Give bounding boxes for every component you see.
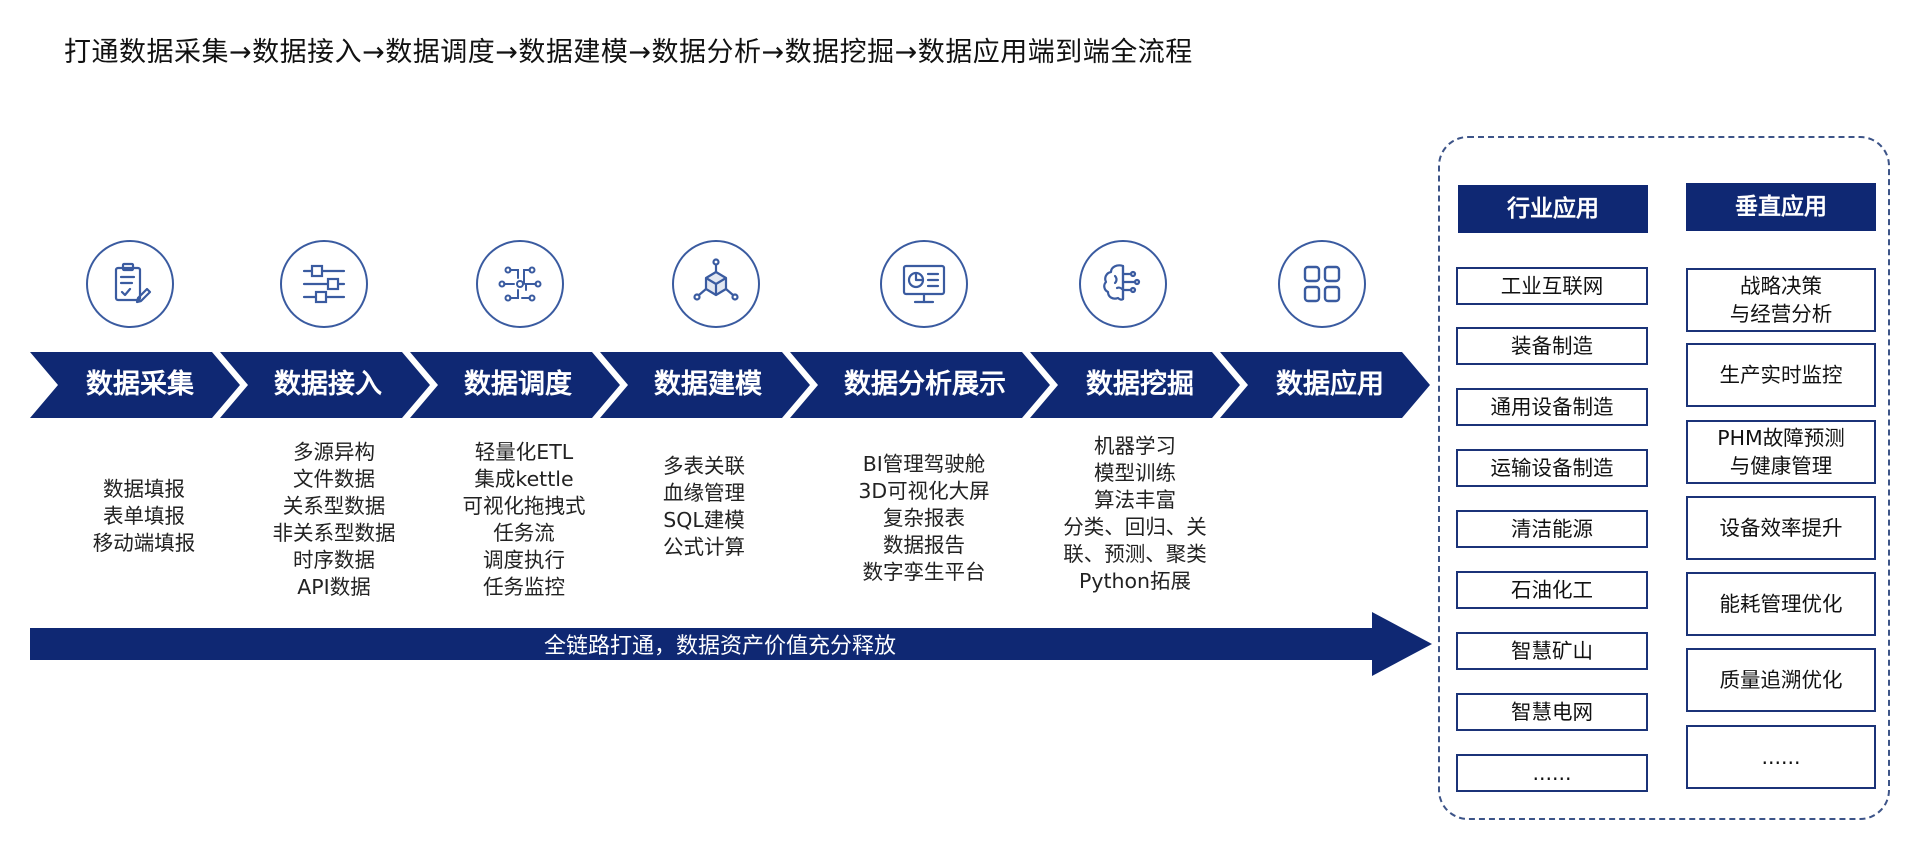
industry-item: 石油化工 [1456,571,1648,609]
vertical-item: 生产实时监控 [1686,343,1876,407]
vertical-item: 能耗管理优化 [1686,572,1876,636]
data-pipeline-diagram: 打通数据采集→数据接入→数据调度→数据建模→数据分析→数据挖掘→数据应用端到端全… [0,0,1920,864]
industry-item: 运输设备制造 [1456,449,1648,487]
vertical-item: 设备效率提升 [1686,496,1876,560]
industry-item: 通用设备制造 [1456,388,1648,426]
vertical-item: 质量追溯优化 [1686,648,1876,712]
industry-header: 行业应用 [1458,185,1648,233]
industry-item: 装备制造 [1456,327,1648,365]
vertical-header: 垂直应用 [1686,183,1876,231]
industry-item: 清洁能源 [1456,510,1648,548]
vertical-item: PHM故障预测 与健康管理 [1686,420,1876,484]
vertical-item: ...... [1686,725,1876,789]
industry-item: 智慧矿山 [1456,632,1648,670]
industry-item: 智慧电网 [1456,693,1648,731]
banner-text: 全链路打通，数据资产价值充分释放 [543,634,896,659]
industry-item: 工业互联网 [1456,267,1648,305]
industry-item: ...... [1456,754,1648,792]
vertical-item: 战略决策 与经营分析 [1686,268,1876,332]
